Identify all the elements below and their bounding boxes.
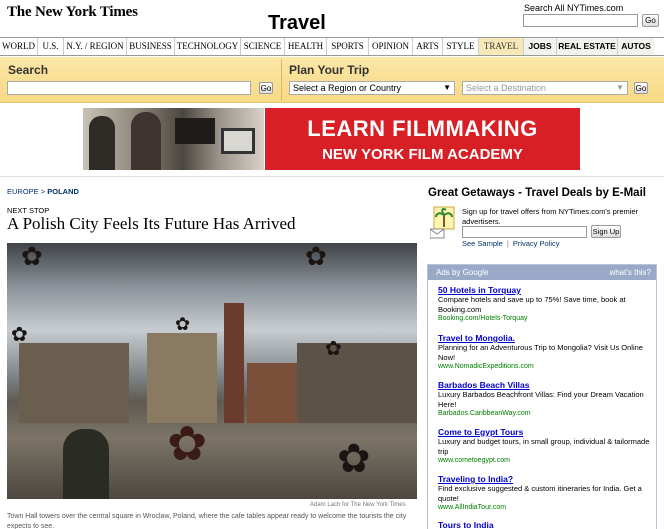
travel-search-input[interactable] — [7, 81, 251, 95]
travel-search-go-button[interactable]: Go — [259, 82, 273, 94]
band-divider — [281, 59, 282, 101]
photo-person-figure — [63, 429, 109, 499]
nav-item-style[interactable]: STYLE — [443, 38, 479, 55]
ads-by-google-label[interactable]: Ads by Google — [436, 265, 488, 280]
whats-this-link[interactable]: what's this? — [609, 265, 651, 280]
photo-credit: Adam Lach for The New York Times — [310, 502, 406, 508]
breadcrumb: EUROPE > POLAND — [7, 187, 79, 196]
nav-item-jobs[interactable]: JOBS — [524, 38, 557, 55]
ad-banner-subline: NEW YORK FILM ACADEMY — [322, 146, 523, 163]
search-all-label: Search All NYTimes.com — [524, 3, 624, 13]
ad-description: Find exclusive suggested & custom itiner… — [438, 484, 642, 503]
monitor-figure — [221, 128, 255, 154]
destination-select[interactable]: Select a Destination ▼ — [462, 81, 628, 95]
ad-item[interactable]: Tours to India — [438, 520, 650, 529]
search-all-go-button[interactable]: Go — [642, 14, 659, 27]
plan-trip-label: Plan Your Trip — [289, 63, 370, 77]
ad-description: Luxury Barbados Beachfront Villas: Find … — [438, 390, 644, 409]
ad-title-link[interactable]: Tours to India — [438, 520, 650, 529]
ad-url[interactable]: www.AllIndiaTour.com — [438, 504, 650, 511]
ad-title-link[interactable]: 50 Hotels in Torquay — [438, 285, 650, 295]
nav-item-world[interactable]: WORLD — [0, 38, 38, 55]
article-photo[interactable]: ✿ ✿ ✿ ✿ ✿ ✿ ✿ — [7, 243, 417, 499]
nav-item-health[interactable]: HEALTH — [285, 38, 327, 55]
region-select-value: Select a Region or Country — [293, 83, 402, 93]
ad-item[interactable]: Barbados Beach Villas Luxury Barbados Be… — [438, 380, 650, 417]
film-camera-figure — [175, 118, 215, 144]
see-sample-link[interactable]: See Sample — [462, 239, 503, 248]
ad-item[interactable]: 50 Hotels in Torquay Compare hotels and … — [438, 285, 650, 322]
ad-description: Compare hotels and save up to 75%! Save … — [438, 295, 626, 314]
flower-ornament-icon: ✿ — [167, 418, 208, 471]
photo-caption: Town Hall towers over the central square… — [7, 513, 407, 529]
flower-ornament-icon: ✿ — [337, 437, 371, 481]
flower-ornament-icon: ✿ — [175, 314, 191, 334]
ad-title-link[interactable]: Traveling to India? — [438, 474, 650, 484]
ad-person-figure — [89, 116, 115, 170]
ad-banner-photo[interactable] — [83, 108, 264, 170]
getaways-description: Sign up for travel offers from NYTimes.c… — [462, 207, 639, 226]
ad-banner[interactable]: LEARN FILMMAKING NEW YORK FILM ACADEMY — [265, 108, 580, 170]
nav-item-real-estate[interactable]: REAL ESTATE — [557, 38, 618, 55]
nav-item-us[interactable]: U.S. — [38, 38, 64, 55]
breadcrumb-europe[interactable]: EUROPE — [7, 187, 39, 196]
breadcrumb-separator: > — [40, 187, 46, 196]
ad-person-figure — [131, 112, 161, 170]
travel-search-label: Search — [8, 63, 49, 77]
plan-trip-go-button[interactable]: Go — [634, 82, 648, 94]
ad-title-link[interactable]: Come to Egypt Tours — [438, 427, 650, 437]
nav-item-opinion[interactable]: OPINION — [369, 38, 413, 55]
nyt-logo[interactable]: The New York Times — [7, 4, 138, 21]
flower-ornament-icon: ✿ — [21, 243, 43, 271]
ad-url[interactable]: www.NomadicExpeditions.com — [438, 363, 650, 370]
google-ads-header: Ads by Google what's this? — [428, 265, 656, 280]
ad-item[interactable]: Traveling to India? Find exclusive sugge… — [438, 474, 650, 511]
nav-item-arts[interactable]: ARTS — [413, 38, 443, 55]
photo-building — [297, 343, 417, 423]
nav-item-technology[interactable]: TECHNOLOGY — [175, 38, 241, 55]
ad-title-link[interactable]: Barbados Beach Villas — [438, 380, 650, 390]
nav-item-sports[interactable]: SPORTS — [327, 38, 369, 55]
getaways-title: Great Getaways - Travel Deals by E-Mail — [428, 187, 646, 199]
palm-tree-icon — [429, 205, 456, 239]
flower-ornament-icon: ✿ — [305, 243, 327, 271]
flower-ornament-icon: ✿ — [325, 338, 342, 360]
destination-select-value: Select a Destination — [466, 83, 547, 93]
ad-description: Luxury and budget tours, in small group,… — [438, 437, 650, 456]
ad-banner-headline: LEARN FILMMAKING — [307, 116, 538, 141]
region-select[interactable]: Select a Region or Country ▼ — [289, 81, 455, 95]
photo-tower — [224, 303, 244, 423]
search-all-input[interactable] — [523, 14, 638, 27]
breadcrumb-poland[interactable]: POLAND — [47, 187, 79, 196]
ad-item[interactable]: Come to Egypt Tours Luxury and budget to… — [438, 427, 650, 464]
signup-button[interactable]: Sign Up — [591, 225, 621, 238]
ad-description: Planning for an Adventurous Trip to Mong… — [438, 343, 643, 362]
photo-building — [19, 343, 129, 423]
nav-item-autos[interactable]: AUTOS — [618, 38, 654, 55]
ad-url[interactable]: www.cometoegypt.com — [438, 457, 650, 464]
flower-ornament-icon: ✿ — [11, 324, 28, 346]
nav-item-ny-region[interactable]: N.Y. / REGION — [64, 38, 127, 55]
ad-item[interactable]: Travel to Mongolia. Planning for an Adve… — [438, 333, 650, 370]
chevron-down-icon: ▼ — [443, 83, 451, 92]
photo-building — [147, 333, 217, 423]
getaways-links: See Sample | Privacy Policy — [462, 239, 560, 248]
divider — [0, 176, 664, 177]
ad-title-link[interactable]: Travel to Mongolia. — [438, 333, 650, 343]
photo-building — [247, 363, 297, 423]
link-separator: | — [506, 239, 509, 248]
chevron-down-icon: ▼ — [616, 83, 624, 92]
section-title: Travel — [268, 12, 326, 34]
ad-url[interactable]: Barbados.CaribbeanWay.com — [438, 410, 650, 417]
section-nav: WORLD U.S. N.Y. / REGION BUSINESS TECHNO… — [0, 37, 664, 56]
ad-url[interactable]: Booking.com/Hotels-Torquay — [438, 315, 650, 322]
email-field[interactable] — [462, 226, 587, 238]
nav-item-science[interactable]: SCIENCE — [241, 38, 285, 55]
article-headline[interactable]: A Polish City Feels Its Future Has Arriv… — [7, 214, 296, 234]
privacy-policy-link[interactable]: Privacy Policy — [513, 239, 560, 248]
nav-item-travel[interactable]: TRAVEL — [479, 38, 524, 55]
nav-item-business[interactable]: BUSINESS — [127, 38, 175, 55]
